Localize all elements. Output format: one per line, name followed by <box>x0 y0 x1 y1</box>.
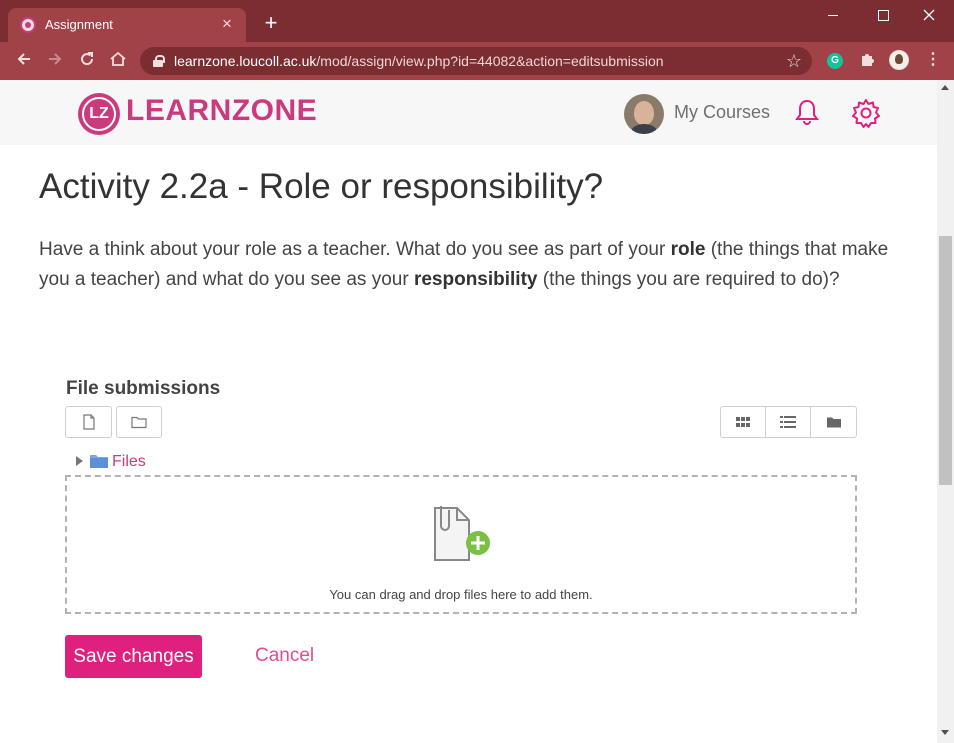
list-icon <box>780 416 796 428</box>
browser-tab[interactable]: Assignment × <box>8 8 246 42</box>
reload-button[interactable] <box>77 51 97 71</box>
scroll-thumb[interactable] <box>939 236 952 485</box>
folder-outline-icon <box>131 416 147 429</box>
page-viewport: LZ LEARNZONE My Courses Activity 2.2a - … <box>0 80 937 743</box>
logo-mark: LZ <box>82 97 116 131</box>
activity-description: Have a think about your role as a teache… <box>39 239 889 290</box>
extensions-puzzle-icon[interactable] <box>859 51 875 72</box>
arrow-left-icon <box>17 53 30 65</box>
file-icon <box>82 414 95 430</box>
minimize-button[interactable] <box>818 4 848 26</box>
page-title: Activity 2.2a - Role or responsibility? <box>39 167 604 206</box>
gear-icon[interactable] <box>850 97 880 128</box>
view-switcher <box>720 406 857 438</box>
home-icon <box>110 51 126 66</box>
profile-avatar-icon[interactable] <box>889 50 909 70</box>
url-text[interactable]: learnzone.loucoll.ac.uk/mod/assign/view.… <box>174 53 664 69</box>
browser-toolbar: learnzone.loucoll.ac.uk/mod/assign/view.… <box>0 42 954 80</box>
bell-icon[interactable] <box>792 97 822 127</box>
upload-file-icon <box>431 504 495 566</box>
cancel-button[interactable]: Cancel <box>255 645 314 667</box>
close-window-button[interactable] <box>914 4 944 26</box>
main-content: Activity 2.2a - Role or responsibility? … <box>0 145 937 743</box>
icon-view-button[interactable] <box>721 407 766 437</box>
grammarly-extension-icon[interactable]: G <box>827 53 843 69</box>
learnzone-logo-icon[interactable]: LZ <box>78 93 120 135</box>
scroll-up-arrow-icon[interactable] <box>941 85 949 90</box>
maximize-button[interactable] <box>868 4 898 26</box>
forward-button[interactable] <box>45 51 65 71</box>
create-folder-button[interactable] <box>116 406 162 438</box>
folder-icon <box>90 453 108 468</box>
address-bar[interactable]: learnzone.loucoll.ac.uk/mod/assign/view.… <box>140 47 812 75</box>
tab-title: Assignment <box>45 17 113 32</box>
new-tab-button[interactable]: + <box>260 12 282 34</box>
back-button[interactable] <box>14 51 34 71</box>
close-window-icon <box>923 9 935 21</box>
lock-icon[interactable] <box>153 55 165 67</box>
site-header: LZ LEARNZONE My Courses <box>0 80 937 145</box>
file-drop-zone[interactable]: You can drag and drop files here to add … <box>65 475 857 614</box>
add-file-button[interactable] <box>65 406 112 438</box>
bookmark-star-icon[interactable]: ☆ <box>786 51 802 72</box>
expand-arrow-icon[interactable] <box>76 456 83 466</box>
arrow-right-icon <box>49 53 62 65</box>
browser-titlebar: Assignment × + <box>0 0 954 42</box>
learnzone-favicon-icon <box>20 17 36 33</box>
close-tab-icon[interactable]: × <box>218 15 236 33</box>
list-view-button[interactable] <box>766 407 811 437</box>
file-submissions-label: File submissions <box>66 378 221 399</box>
save-changes-button[interactable]: Save changes <box>65 635 202 678</box>
page-scrollbar[interactable] <box>937 80 954 743</box>
tree-view-button[interactable] <box>811 407 856 437</box>
grid-icon <box>736 417 750 427</box>
reload-icon <box>81 52 94 66</box>
brand-name[interactable]: LEARNZONE <box>126 94 317 128</box>
files-folder-link[interactable]: Files <box>112 453 146 471</box>
drop-instructions: You can drag and drop files here to add … <box>329 587 593 602</box>
user-avatar[interactable] <box>624 94 664 134</box>
browser-menu-icon[interactable]: ⋮ <box>925 50 941 70</box>
scroll-down-arrow-icon[interactable] <box>941 730 949 735</box>
my-courses-link[interactable]: My Courses <box>674 102 770 123</box>
home-button[interactable] <box>108 51 128 71</box>
folder-icon <box>826 417 841 428</box>
